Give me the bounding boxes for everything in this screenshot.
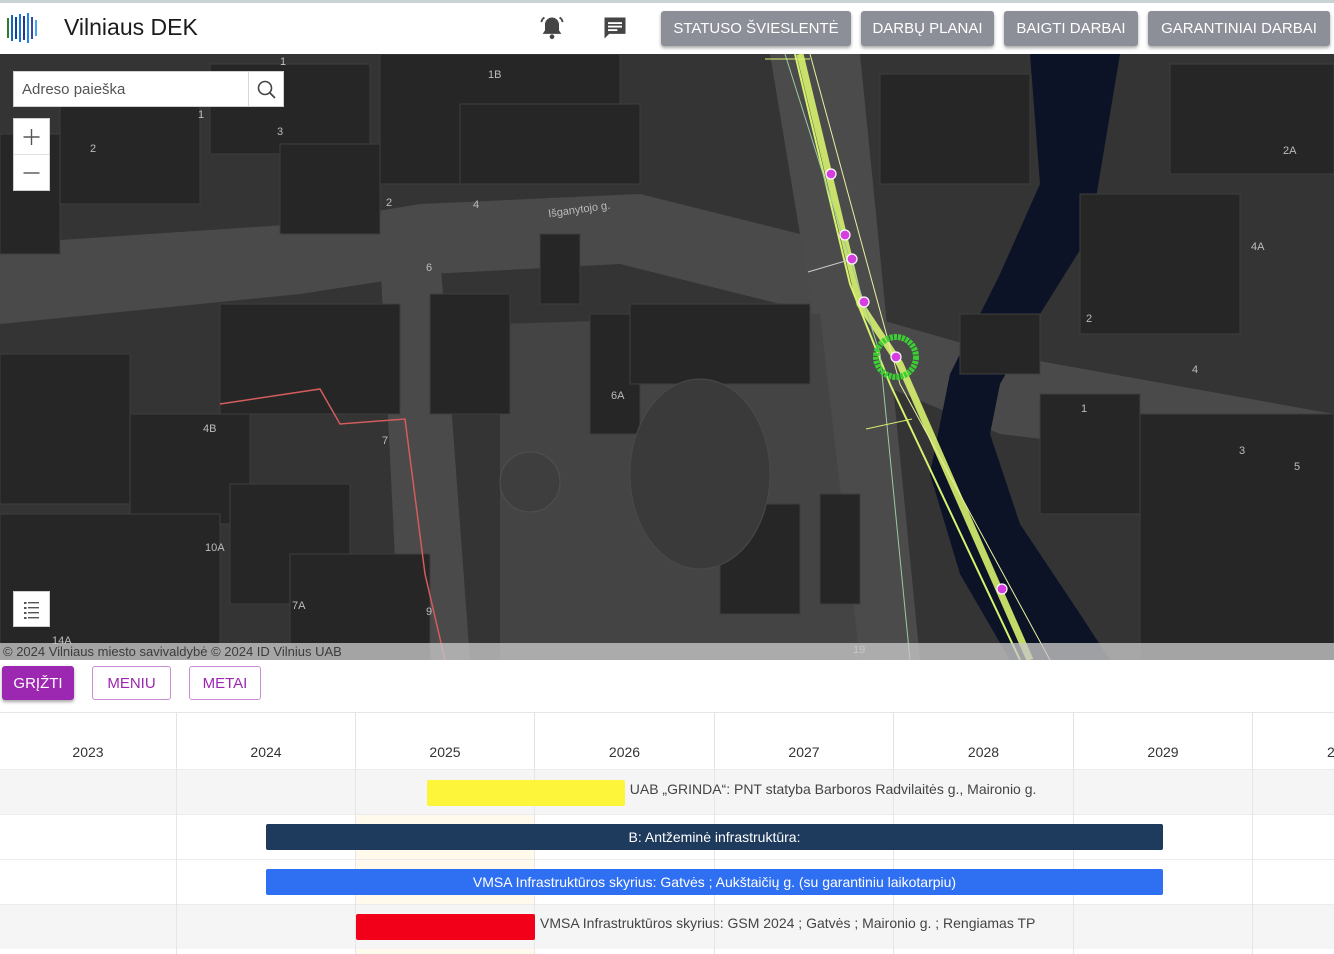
house-number-label: 6A [611,390,625,402]
house-number-label: 2 [90,143,97,155]
search-icon [257,80,276,99]
year-column-header: 2023 [0,713,177,769]
house-number-label: 2 [386,197,393,209]
gantt-bar-label: B: Antžeminė infrastruktūra: [628,829,801,845]
address-search [13,71,284,107]
list-icon [24,602,39,619]
year-column-header: 2 [1327,744,1334,760]
house-number-label: 2 [1086,313,1093,325]
bottom-panel: GRĮŽTI MENIU METAI 2023 2024 2025 2026 2… [0,660,1334,954]
year-column-header: 2027 [715,713,894,769]
house-number-label: 4 [1192,364,1199,376]
plus-icon [23,129,40,145]
grid-line [1073,769,1074,954]
house-number-label: 1B [488,69,502,81]
gantt-bar[interactable] [355,914,535,940]
gantt-bar[interactable] [427,780,625,806]
years-button[interactable]: METAI [189,666,261,700]
house-number-label: 10A [205,542,225,554]
nav-warranty-works-button[interactable]: GARANTINIAI DARBAI [1148,11,1330,46]
zoom-in-button[interactable] [14,119,49,155]
map-attribution: © 2024 Vilniaus miesto savivaldybė © 202… [0,643,1334,660]
zoom-control [13,118,50,191]
gantt-bar-label: VMSA Infrastruktūros skyrius: GSM 2024 ;… [540,915,1036,931]
gantt-bar[interactable]: B: Antžeminė infrastruktūra: [265,824,1164,850]
year-column-header: 2024 [177,713,356,769]
bell-icon[interactable] [538,14,566,42]
house-number-label: 4A [1251,241,1265,253]
map-view[interactable]: Išganytojo g. 1B 1 1 2 3 2 4 6 6A 4B 7 1… [0,54,1334,660]
house-number-label: 3 [277,126,284,138]
app-logo [7,13,37,43]
house-number-label: 1 [280,56,287,68]
year-column-header: 2026 [535,713,715,769]
zoom-out-button[interactable] [14,155,49,191]
house-number-label: 7 [382,435,389,447]
house-number-label: 5 [1294,461,1301,473]
gantt-bar[interactable]: VMSA Infrastruktūros skyrius: Gatvės ; A… [265,869,1164,895]
basemap [0,54,1334,660]
gantt-bar-label: VMSA Infrastruktūros skyrius: Gatvės ; A… [472,874,957,890]
house-number-label: 1 [198,109,205,121]
app-header: Vilniaus DEK STATUSO ŠVIESLENTĖ DARBŲ PL… [0,3,1334,54]
gantt-timeline[interactable]: 2023 2024 2025 2026 2027 2028 2029 2 UAB… [0,712,1334,954]
back-button[interactable]: GRĮŽTI [2,666,74,700]
house-number-label: 3 [1239,445,1246,457]
house-number-label: 4B [203,423,217,435]
nav-work-plans-button[interactable]: DARBŲ PLANAI [861,11,994,46]
comment-icon[interactable] [601,14,629,42]
grid-line [1252,769,1253,954]
year-column-header: 2029 [1074,713,1253,769]
nav-finished-works-button[interactable]: BAIGTI DARBAI [1004,11,1138,46]
year-column-header: 2028 [894,713,1074,769]
house-number-label: 9 [426,606,433,618]
gantt-bar-label: UAB „GRINDA“: PNT statyba Barboros Radvi… [629,781,1037,797]
layer-list-button[interactable] [13,591,50,627]
minus-icon [23,172,40,174]
grid-line [176,769,177,954]
house-number-label: 2A [1283,145,1297,157]
house-number-label: 6 [426,262,433,274]
app-title: Vilniaus DEK [64,14,198,40]
house-number-label: 1 [1081,403,1088,415]
house-number-label: 7A [292,600,306,612]
search-button[interactable] [248,72,283,106]
menu-button[interactable]: MENIU [92,666,171,700]
year-column-header: 2025 [356,713,535,769]
nav-status-board-button[interactable]: STATUSO ŠVIESLENTĖ [661,11,851,46]
address-search-input[interactable] [14,72,249,106]
house-number-label: 4 [473,199,480,211]
